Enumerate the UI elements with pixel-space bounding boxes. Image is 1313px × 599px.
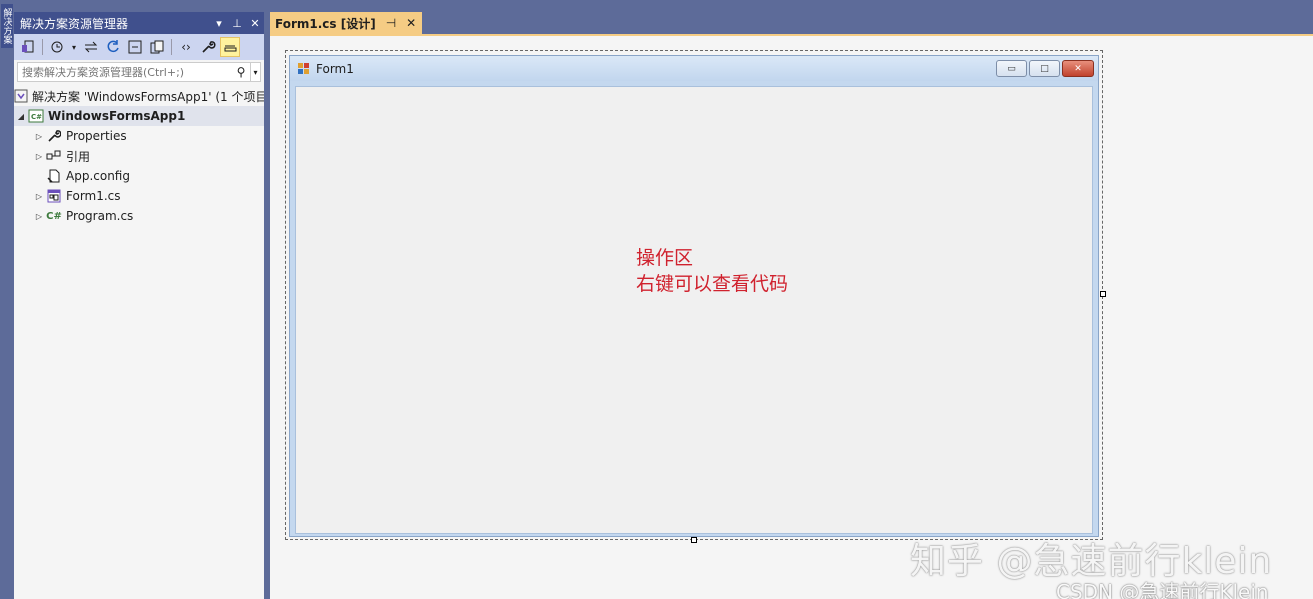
solution-explorer-panel: 解决方案资源管理器 ▾ ⊥ ✕ ▾ ‹› 搜索解决方案资源管理器(Ctrl+;)… [14, 12, 264, 599]
annotation-line-1: 操作区 [636, 247, 694, 269]
csharp-file-icon: C# [46, 210, 62, 222]
search-icon[interactable]: ⚲ [232, 65, 250, 79]
solution-explorer-toolbar: ▾ ‹› [14, 34, 264, 60]
solution-tree: 解决方案 'WindowsFormsApp1' (1 个项目 ◢ C# Wind… [14, 86, 264, 226]
panel-pin-icon[interactable]: ⊥ [228, 17, 246, 30]
solution-explorer-title: 解决方案资源管理器 [20, 16, 129, 31]
form-file-icon [46, 189, 62, 203]
dropdown-arrow-icon[interactable]: ▾ [69, 37, 79, 57]
panel-dropdown-icon[interactable]: ▾ [210, 17, 228, 30]
tree-item-form1[interactable]: ▷ Form1.cs [14, 186, 264, 206]
show-all-files-icon[interactable] [147, 37, 167, 57]
collapse-all-icon[interactable] [125, 37, 145, 57]
tree-item-label: App.config [66, 169, 130, 183]
switch-views-icon[interactable] [18, 37, 38, 57]
tree-item-label: Properties [66, 129, 127, 143]
tree-item-label: 引用 [66, 149, 91, 164]
form-app-icon [298, 62, 310, 75]
svg-text:C#: C# [31, 113, 42, 121]
panel-close-icon[interactable]: ✕ [246, 17, 264, 30]
toolbar-separator [171, 39, 172, 55]
solution-icon [14, 89, 28, 103]
left-tool-strip: 解决方案 [0, 0, 14, 599]
tree-item-label: Form1.cs [66, 189, 121, 203]
tree-item-references[interactable]: ▷ 引用 [14, 146, 264, 166]
document-tab-bar: Form1.cs [设计] ⊣ ✕ [270, 12, 1313, 34]
form1-window[interactable]: Form1 ▭ □ ✕ 操作区 右键可以查看代码 [289, 55, 1099, 537]
refresh-icon[interactable] [103, 37, 123, 57]
top-chrome-bar [0, 0, 1313, 5]
tree-expander[interactable]: ▷ [32, 132, 46, 141]
tree-item-app-config[interactable]: App.config [14, 166, 264, 186]
form1-titlebar: Form1 ▭ □ ✕ [290, 56, 1098, 81]
tree-item-solution[interactable]: 解决方案 'WindowsFormsApp1' (1 个项目 [14, 86, 264, 106]
form1-title: Form1 [316, 61, 354, 76]
tree-item-project[interactable]: ◢ C# WindowsFormsApp1 [14, 106, 264, 126]
solution-search-box[interactable]: ⚲ ▾ [17, 62, 261, 82]
references-icon [46, 149, 62, 163]
wrench-icon [46, 129, 62, 143]
form-designer-surface[interactable]: Form1 ▭ □ ✕ 操作区 右键可以查看代码 知乎 @急速前行klein C… [270, 36, 1313, 599]
properties-wrench-icon[interactable] [198, 37, 218, 57]
tree-expander[interactable]: ▷ [32, 192, 46, 201]
close-icon[interactable]: ✕ [1062, 60, 1094, 77]
sync-with-document-icon[interactable] [81, 37, 101, 57]
form1-client-area[interactable]: 操作区 右键可以查看代码 [295, 86, 1093, 534]
search-options-dropdown-icon[interactable]: ▾ [250, 63, 260, 81]
tab-label: Form1.cs [设计] [275, 16, 376, 31]
document-area: Form1.cs [设计] ⊣ ✕ Form1 ▭ □ ✕ 操作区 右键可以查看… [270, 12, 1313, 599]
annotation-text: 操作区 右键可以查看代码 [636, 245, 788, 297]
tree-expander[interactable]: ▷ [32, 212, 46, 221]
tree-expander[interactable]: ◢ [14, 112, 28, 121]
csdn-watermark: CSDN @急速前行Klein [1056, 580, 1269, 599]
tree-item-label: WindowsFormsApp1 [48, 109, 186, 123]
view-code-icon[interactable]: ‹› [176, 37, 196, 57]
tree-item-properties[interactable]: ▷ Properties [14, 126, 264, 146]
config-file-icon [46, 169, 62, 183]
toolbox-side-tab[interactable]: 解决方案 [1, 4, 13, 48]
tab-close-icon[interactable]: ✕ [406, 16, 416, 30]
maximize-icon[interactable]: □ [1029, 60, 1060, 77]
solution-explorer-titlebar: 解决方案资源管理器 ▾ ⊥ ✕ [14, 12, 264, 34]
tree-expander[interactable]: ▷ [32, 152, 46, 161]
toolbar-separator [42, 39, 43, 55]
pending-changes-icon[interactable] [47, 37, 67, 57]
solution-search-input[interactable] [18, 63, 232, 81]
resize-handle-right[interactable] [1100, 291, 1106, 297]
preview-selected-icon[interactable] [220, 37, 240, 57]
annotation-line-2: 右键可以查看代码 [636, 273, 789, 295]
tree-item-label: Program.cs [66, 209, 134, 223]
tree-item-program[interactable]: ▷ C# Program.cs [14, 206, 264, 226]
tab-form1-design[interactable]: Form1.cs [设计] ⊣ ✕ [270, 12, 423, 34]
csharp-project-icon: C# [28, 109, 44, 123]
tree-item-label: 解决方案 'WindowsFormsApp1' (1 个项目 [32, 89, 264, 104]
minimize-icon[interactable]: ▭ [996, 60, 1027, 77]
resize-handle-bottom[interactable] [691, 537, 697, 543]
tab-pin-icon[interactable]: ⊣ [386, 16, 396, 30]
